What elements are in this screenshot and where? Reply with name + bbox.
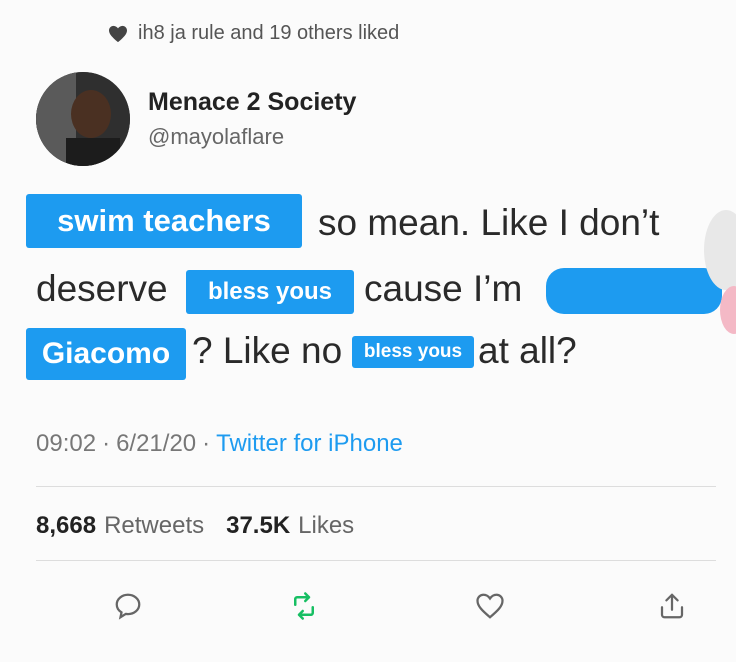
tweet-line-3b: at all?: [478, 330, 577, 371]
tweet-source-link[interactable]: Twitter for iPhone: [216, 430, 403, 458]
divider: [36, 486, 716, 487]
liked-by-row: ih8 ja rule and 19 others liked: [108, 22, 399, 45]
retweets-count[interactable]: 8,668: [36, 512, 96, 540]
tweet-line-2: deserve: [36, 268, 168, 309]
tweet-line-2b: cause I’m: [364, 268, 523, 309]
like-icon[interactable]: [470, 586, 510, 626]
likes-count[interactable]: 37.5K: [226, 512, 290, 540]
retweets-label[interactable]: Retweets: [104, 512, 204, 540]
display-name[interactable]: Menace 2 Society: [148, 88, 356, 117]
divider: [36, 560, 716, 561]
tweet-line-3: ? Like no: [192, 330, 343, 371]
meta-separator: ·: [102, 430, 111, 457]
tweet-line-1: so mean. Like I don’t: [318, 202, 660, 243]
heart-icon: [109, 25, 127, 42]
liked-by-text: ih8 ja rule and 19 others liked: [138, 22, 400, 44]
tweet-time: 09:02: [36, 430, 97, 457]
meta-separator: ·: [202, 430, 211, 457]
user-handle[interactable]: @mayolaflare: [148, 124, 284, 150]
avatar[interactable]: [36, 72, 130, 166]
retweet-icon[interactable]: [284, 586, 324, 626]
tweet-meta: 09:02 · 6/21/20 · Twitter for iPhone: [36, 430, 403, 458]
tweet-date: 6/21/20: [116, 430, 197, 457]
highlight-swim-teachers: swim teachers: [26, 194, 302, 248]
highlight-giacomo: Giacomo: [26, 328, 186, 380]
reply-icon[interactable]: [108, 586, 148, 626]
likes-label[interactable]: Likes: [298, 512, 354, 540]
highlight-bless-yous-1: bless yous: [186, 270, 354, 314]
tweet-stats: 8,668 Retweets 37.5K Likes: [36, 512, 354, 540]
sticker-decoration: [704, 210, 736, 334]
highlight-bless-yous-2: bless yous: [352, 336, 474, 368]
share-icon[interactable]: [652, 586, 692, 626]
